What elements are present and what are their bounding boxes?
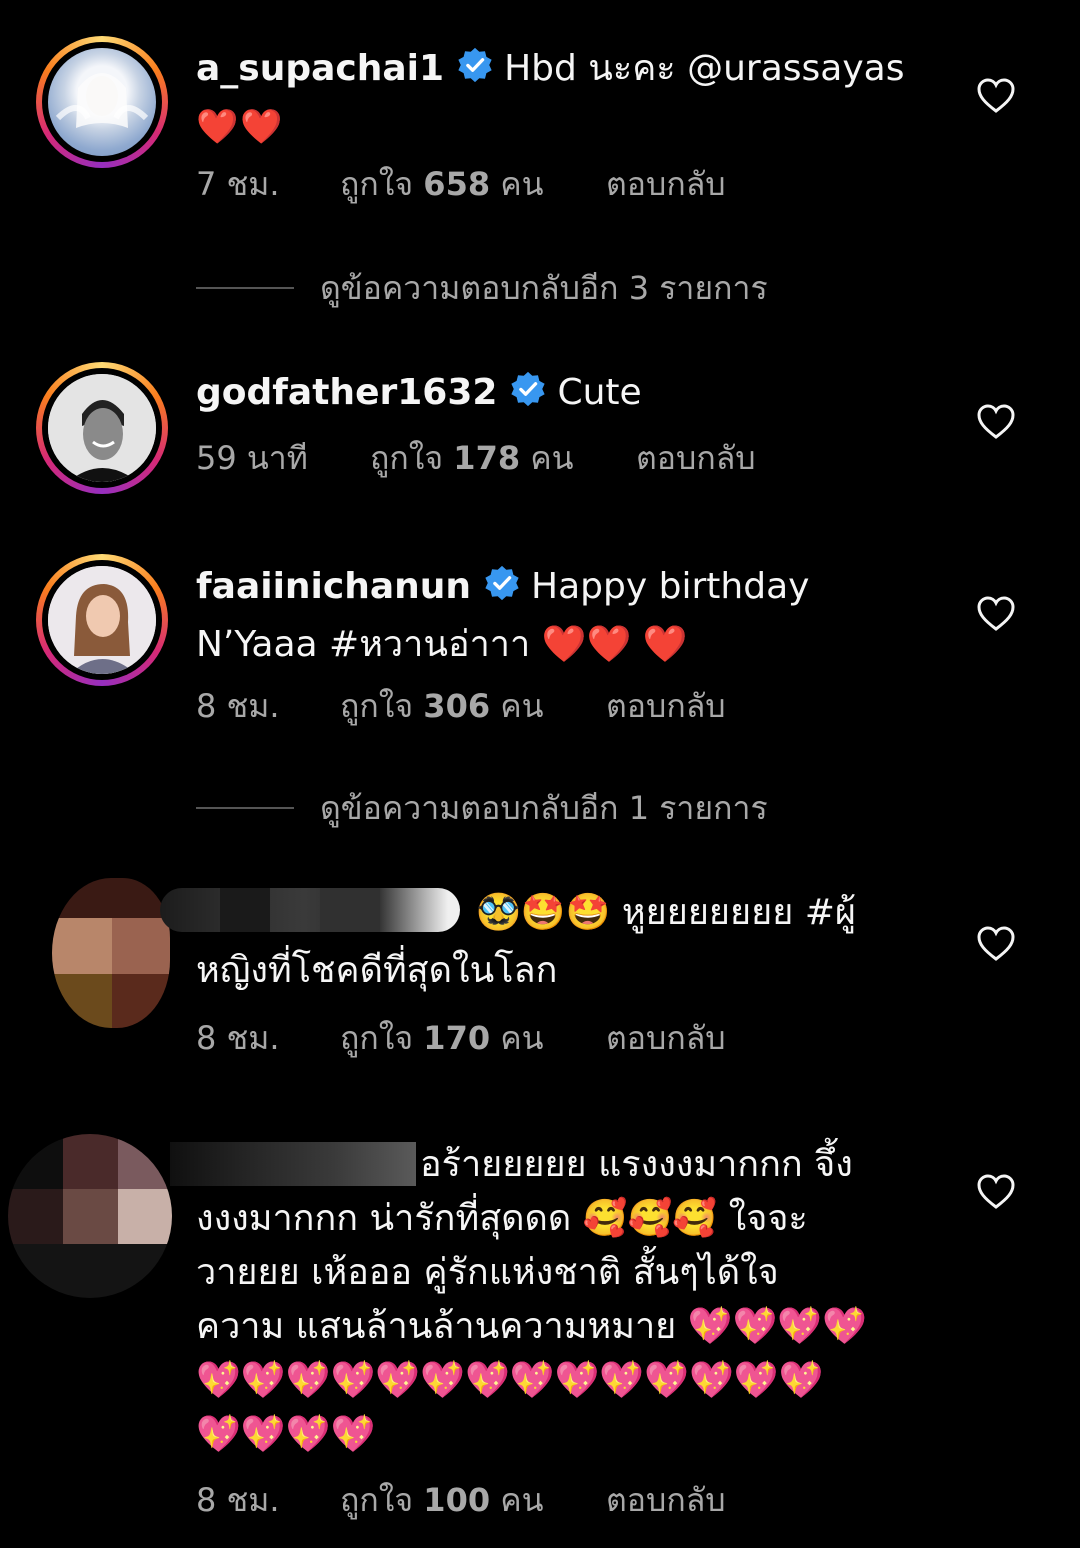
avatar (48, 374, 156, 482)
username[interactable]: a_supachai1 (196, 48, 444, 89)
comment-body-line2: หญิงที่โชคดีที่สุดในโลก (196, 950, 558, 991)
avatar-ring[interactable] (36, 36, 168, 168)
heart-outline-icon[interactable] (976, 76, 1016, 116)
avatar[interactable] (8, 1134, 172, 1298)
timestamp: 8 ชม. (196, 1481, 280, 1519)
reply-button[interactable]: ตอบกลับ (606, 1018, 726, 1058)
divider (196, 807, 294, 809)
comment-body-line3: วายยย เห้อออ คู่รักแห่งชาติ สั้นๆได้ใจ (196, 1252, 779, 1293)
likes-count[interactable]: ถูกใจ 170 คน (340, 1018, 544, 1058)
verified-badge-icon (456, 46, 494, 100)
reply-button[interactable]: ตอบกลับ (606, 1480, 726, 1520)
comment-text: godfather1632 Cute (196, 366, 936, 424)
comment-text-rest: งงงมากกก น่ารักที่สุดดด 🥰🥰🥰 ใจจะ วายยย เ… (196, 1192, 936, 1462)
comment-body-line5: 💖💖💖💖💖💖💖💖💖💖💖💖💖💖 (196, 1360, 824, 1401)
likes-count[interactable]: ถูกใจ 178 คน (370, 438, 574, 478)
comment-body-line4: ความ แสนล้านล้านความหมาย 💖💖💖💖 (196, 1306, 867, 1347)
avatar[interactable] (52, 878, 170, 1028)
view-replies-button[interactable]: ดูข้อความตอบกลับอีก 3 รายการ (196, 268, 816, 308)
timestamp: 8 ชม. (196, 1019, 280, 1057)
comment-hidden-user-2: อร้ายยยยย แรงงงมากกก จึ้ง งงงมากกก น่ารั… (0, 1130, 1080, 1530)
verified-badge-icon (509, 370, 547, 424)
comment-body: 🥸🤩🤩 หูยยยยยยย #ผู้ (476, 892, 857, 933)
comment-faaiinichanun: faaiinichanun Happy birthday N’Yaaa #หวาน… (0, 552, 1080, 752)
comment-text: a_supachai1 Hbd นะคะ @urassayas ❤️❤️ (196, 42, 936, 154)
comment-body-line2: งงงมากกก น่ารักที่สุดดด 🥰🥰🥰 ใจจะ (196, 1198, 808, 1239)
comment-emoji: ❤️❤️ (196, 107, 285, 147)
divider (196, 287, 294, 289)
reply-button[interactable]: ตอบกลับ (606, 686, 726, 726)
comment-hidden-user-1: 🥸🤩🤩 หูยยยยยยย #ผู้ หญิงที่โชคดีที่สุดในโ… (0, 876, 1080, 1076)
avatar-ring[interactable] (36, 554, 168, 686)
verified-badge-icon (483, 564, 521, 618)
comment-body-line6: 💖💖💖💖 (196, 1414, 376, 1455)
username-redacted (160, 888, 460, 932)
heart-outline-icon[interactable] (976, 924, 1016, 964)
timestamp: 59 นาที (196, 439, 308, 477)
likes-count[interactable]: ถูกใจ 100 คน (340, 1480, 544, 1520)
heart-outline-icon[interactable] (976, 1172, 1016, 1212)
comment-godfather1632: godfather1632 Cute 59 นาที ถูกใจ 178 คน ต… (0, 360, 1080, 510)
username[interactable]: faaiinichanun (196, 566, 471, 607)
comment-text-line2: หญิงที่โชคดีที่สุดในโลก (196, 944, 936, 998)
likes-count[interactable]: ถูกใจ 658 คน (340, 164, 544, 204)
heart-outline-icon[interactable] (976, 402, 1016, 442)
comment-text: 🥸🤩🤩 หูยยยยยยย #ผู้ (476, 886, 936, 940)
comment-body: Hbd นะคะ @urassayas (504, 48, 905, 89)
comment-body: Cute (557, 372, 642, 413)
timestamp: 8 ชม. (196, 687, 280, 725)
avatar-ring[interactable] (36, 362, 168, 494)
heart-outline-icon[interactable] (976, 594, 1016, 634)
reply-button[interactable]: ตอบกลับ (606, 164, 726, 204)
comment-text: faaiinichanun Happy birthday N’Yaaa #หวาน… (196, 560, 936, 672)
comment-body: อร้ายยยยย แรงงงมากกก จึ้ง (420, 1144, 853, 1185)
comment-body-line2: N’Yaaa #หวานอ่าาา ❤️❤️ ❤️ (196, 624, 688, 665)
avatar (48, 566, 156, 674)
comment-text: อร้ายยยยย แรงงงมากกก จึ้ง (420, 1138, 940, 1192)
reply-button[interactable]: ตอบกลับ (636, 438, 756, 478)
comment-body: Happy birthday (531, 566, 810, 607)
username-redacted (170, 1142, 416, 1186)
timestamp: 7 ชม. (196, 165, 280, 203)
username[interactable]: godfather1632 (196, 372, 497, 413)
view-replies-button[interactable]: ดูข้อความตอบกลับอีก 1 รายการ (196, 788, 816, 828)
likes-count[interactable]: ถูกใจ 306 คน (340, 686, 544, 726)
comment-a-supachai1: a_supachai1 Hbd นะคะ @urassayas ❤️❤️ 7 ชม… (0, 0, 1080, 230)
avatar (48, 48, 156, 156)
